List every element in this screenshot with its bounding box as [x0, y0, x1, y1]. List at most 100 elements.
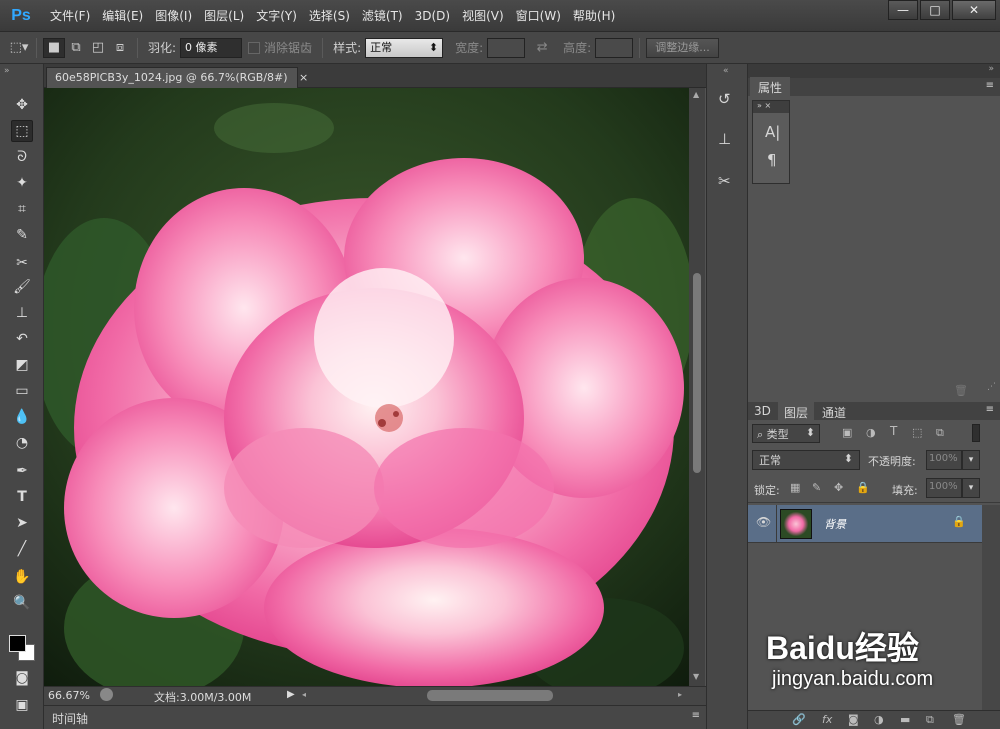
add-selection-icon[interactable]: ⧉ [65, 38, 87, 58]
history-panel-icon[interactable]: ↺ [718, 90, 731, 108]
screen-mode-icon[interactable]: ▣ [11, 694, 33, 716]
document-canvas[interactable] [44, 88, 689, 686]
menu-item-2[interactable]: 图像(I) [149, 0, 198, 32]
magic-wand-icon[interactable]: ✦ [11, 172, 33, 194]
gradient-tool-icon[interactable]: ▭ [11, 380, 33, 402]
brush-tool-icon[interactable]: 🖌 [11, 276, 33, 298]
adjustment-layer-icon[interactable]: ◑ [874, 713, 884, 726]
menu-item-8[interactable]: 视图(V) [456, 0, 510, 32]
close-button[interactable]: ✕ [952, 0, 996, 20]
blur-tool-icon[interactable]: 💧 [11, 406, 33, 428]
tab-channels[interactable]: 通道 [816, 402, 852, 422]
link-layers-icon[interactable]: 🔗 [792, 713, 806, 726]
blend-mode-select[interactable]: 正常 ⬍ [752, 450, 860, 470]
scrollbar-thumb[interactable] [693, 273, 701, 473]
marquee-preset-icon[interactable]: ⬚▾ [8, 38, 30, 58]
menu-item-10[interactable]: 帮助(H) [567, 0, 621, 32]
pen-tool-icon[interactable]: ✒ [11, 460, 33, 482]
vertical-scrollbar[interactable]: ▲ ▼ [689, 88, 705, 686]
menu-item-1[interactable]: 编辑(E) [96, 0, 149, 32]
filter-pixel-icon[interactable]: ▣ [842, 426, 852, 439]
close-tab-icon[interactable]: × [299, 71, 308, 84]
lock-transparent-icon[interactable]: ▦ [790, 481, 800, 494]
scroll-left-icon[interactable]: ◂ [302, 690, 306, 699]
status-menu-arrow-icon[interactable]: ▶ [287, 689, 295, 700]
move-tool-icon[interactable]: ✥ [11, 94, 33, 116]
refine-edge-button[interactable]: 调整边缘... [646, 37, 719, 58]
filter-smart-object-icon[interactable]: ⧉ [936, 426, 944, 440]
subtract-selection-icon[interactable]: ◰ [87, 38, 109, 58]
history-brush-icon[interactable]: ↶ [11, 328, 33, 350]
filter-adjustment-icon[interactable]: ◑ [866, 426, 876, 439]
maximize-button[interactable]: □ [920, 0, 950, 20]
tab-3d[interactable]: 3D [748, 402, 777, 422]
style-select[interactable]: 正常 ⬍ [365, 37, 444, 58]
dock-collapse-icon[interactable]: » [988, 64, 994, 74]
layer-name[interactable]: 背景 [824, 516, 846, 532]
brush-presets-panel-icon[interactable]: ✂ [718, 172, 731, 190]
zoom-tool-icon[interactable]: 🔍 [11, 592, 33, 614]
horizontal-scrollbar-thumb[interactable] [427, 690, 553, 701]
scroll-down-icon[interactable]: ▼ [693, 672, 699, 681]
character-panel-icon[interactable]: A| [765, 123, 780, 141]
layers-scrollbar[interactable] [982, 505, 1000, 710]
menu-item-5[interactable]: 选择(S) [303, 0, 356, 32]
eyedropper-tool-icon[interactable]: ✎ [11, 224, 33, 246]
width-input[interactable] [487, 37, 526, 58]
menu-item-7[interactable]: 3D(D) [409, 0, 456, 32]
panel-menu-icon[interactable]: ≡ [986, 80, 994, 91]
clone-stamp-icon[interactable]: ⊥ [11, 302, 33, 324]
scroll-right-icon[interactable]: ▸ [678, 690, 682, 699]
layer-filter-select[interactable]: ⌕ 类型 ⬍ [752, 424, 820, 443]
new-selection-icon[interactable]: ■ [43, 37, 65, 58]
layer-row[interactable]: 👁 背景 🔒 [748, 505, 982, 543]
new-layer-icon[interactable]: ⧉ [926, 713, 934, 727]
add-mask-icon[interactable]: ◙ [848, 713, 859, 726]
toolbox-collapse-icon[interactable]: » [4, 66, 10, 76]
dodge-tool-icon[interactable]: ◔ [11, 432, 33, 454]
paragraph-panel-icon[interactable]: ¶ [767, 151, 777, 169]
swap-icon[interactable]: ⇄ [531, 38, 553, 58]
strip-collapse-icon[interactable]: « [723, 66, 729, 76]
line-tool-icon[interactable]: ╱ [11, 538, 33, 560]
lasso-tool-icon[interactable]: ᘐ [11, 146, 33, 168]
fill-dropdown-icon[interactable]: ▾ [962, 478, 980, 498]
eye-icon[interactable]: 👁 [756, 515, 771, 529]
panel-menu-icon[interactable]: ≡ [692, 710, 700, 721]
zoom-level[interactable]: 66.67% [48, 689, 90, 702]
feather-input[interactable]: 0 像素 [180, 37, 243, 58]
antialias-checkbox[interactable] [248, 41, 261, 54]
lock-all-icon[interactable]: 🔒 [856, 481, 870, 494]
hand-tool-icon[interactable]: ✋ [11, 566, 33, 588]
filter-shape-icon[interactable]: ⬚ [912, 426, 922, 439]
opacity-dropdown-icon[interactable]: ▾ [962, 450, 980, 470]
tool-presets-panel-icon[interactable]: ⊥ [718, 130, 731, 148]
height-input[interactable] [595, 37, 634, 58]
minimize-button[interactable]: — [888, 0, 918, 20]
intersect-selection-icon[interactable]: ⧈ [109, 38, 131, 58]
opacity-input[interactable]: 100% [926, 450, 962, 470]
timeline-tab[interactable]: 时间轴 [52, 710, 88, 727]
healing-brush-icon[interactable]: ✂ [11, 252, 33, 274]
crop-tool-icon[interactable]: ⌗ [11, 198, 33, 220]
filter-type-icon[interactable]: T [890, 424, 897, 438]
type-tool-icon[interactable]: T [11, 486, 33, 508]
menu-item-0[interactable]: 文件(F) [44, 0, 96, 32]
filter-toggle-switch[interactable] [972, 424, 980, 442]
menu-item-9[interactable]: 窗口(W) [510, 0, 567, 32]
panel-resize-grip[interactable]: ⋰ [987, 382, 996, 392]
scroll-up-icon[interactable]: ▲ [693, 90, 699, 99]
layer-style-icon[interactable]: fx [822, 713, 832, 726]
tab-layers[interactable]: 图层 [778, 402, 815, 422]
panel-menu-icon[interactable]: ≡ [986, 404, 994, 415]
marquee-tool-icon[interactable]: ⬚ [11, 120, 33, 142]
lock-image-icon[interactable]: ✎ [812, 481, 821, 494]
new-group-icon[interactable]: ▬ [900, 713, 910, 726]
menu-item-4[interactable]: 文字(Y) [250, 0, 303, 32]
lock-position-icon[interactable]: ✥ [834, 481, 843, 494]
document-tab[interactable]: 60e58PICB3y_1024.jpg @ 66.7%(RGB/8#) × [46, 67, 308, 88]
delete-layer-icon[interactable]: 🗑 [952, 713, 966, 726]
quick-mask-icon[interactable]: ◙ [11, 667, 33, 689]
status-info-icon[interactable] [100, 688, 113, 701]
menu-item-6[interactable]: 滤镜(T) [356, 0, 409, 32]
